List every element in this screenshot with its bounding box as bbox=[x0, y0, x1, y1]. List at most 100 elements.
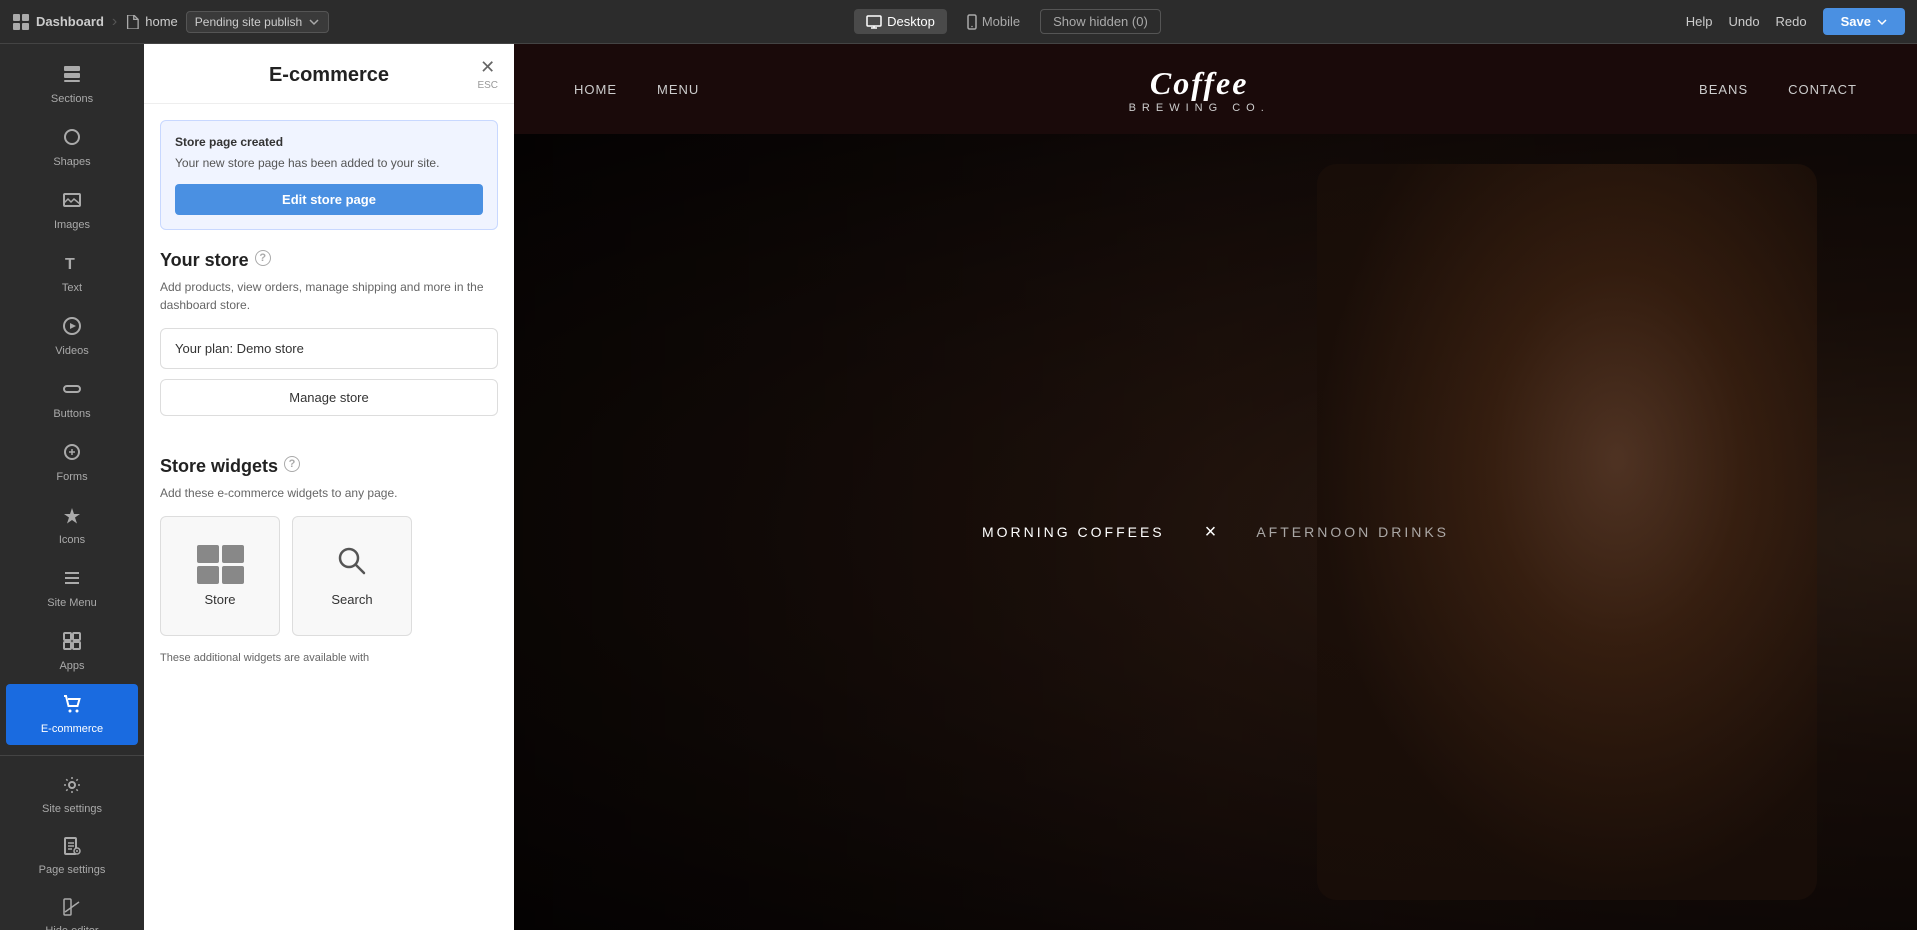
store-grid-icon bbox=[197, 545, 244, 584]
forms-icon bbox=[62, 442, 82, 467]
nav-link-menu: MENU bbox=[657, 82, 699, 97]
sections-icon bbox=[62, 64, 82, 89]
nav-logo-sub: BREWING CO. bbox=[1129, 102, 1270, 114]
page-link[interactable]: home bbox=[125, 14, 178, 29]
sidebar-item-apps[interactable]: Apps bbox=[6, 621, 138, 682]
undo-button[interactable]: Undo bbox=[1728, 14, 1759, 29]
shapes-label: Shapes bbox=[53, 156, 90, 168]
text-icon: T bbox=[62, 253, 82, 278]
redo-button[interactable]: Redo bbox=[1776, 14, 1807, 29]
panel-close-button[interactable]: ✕ ESC bbox=[477, 57, 498, 91]
images-label: Images bbox=[54, 219, 90, 231]
manage-store-button[interactable]: Manage store bbox=[160, 379, 498, 416]
hide-editor-icon bbox=[63, 898, 81, 921]
nav-logo-main: Coffee bbox=[1129, 65, 1270, 102]
desktop-view-button[interactable]: Desktop bbox=[854, 9, 947, 34]
dashboard-icon bbox=[12, 13, 30, 31]
site-settings-label: Site settings bbox=[42, 803, 102, 815]
sections-label: Sections bbox=[51, 93, 93, 105]
sidebar-item-images[interactable]: Images bbox=[6, 180, 138, 241]
hero-content: MORNING COFFEES × AFTERNOON DRINKS bbox=[514, 134, 1917, 930]
videos-icon bbox=[62, 316, 82, 341]
nav-link-home: HOME bbox=[574, 82, 617, 97]
ecommerce-label: E-commerce bbox=[41, 723, 103, 735]
sidebar-items: Sections Shapes Images T Text bbox=[0, 44, 144, 755]
pending-publish-badge[interactable]: Pending site publish bbox=[186, 11, 329, 33]
website-preview: HOME MENU Coffee BREWING CO. BEANS CONTA… bbox=[514, 44, 1917, 930]
show-hidden-button[interactable]: Show hidden (0) bbox=[1040, 9, 1161, 34]
hero-tab-divider: × bbox=[1205, 521, 1217, 544]
page-name-label: home bbox=[145, 14, 178, 29]
close-esc-label: ESC bbox=[477, 80, 498, 91]
sidebar-item-page-settings[interactable]: Page settings bbox=[6, 827, 138, 886]
shapes-icon bbox=[62, 127, 82, 152]
sidebar-item-sections[interactable]: Sections bbox=[6, 54, 138, 115]
mobile-icon bbox=[967, 14, 977, 30]
sidebar-item-buttons[interactable]: Buttons bbox=[6, 369, 138, 430]
sidebar-item-hide-editor[interactable]: Hide editor bbox=[6, 888, 138, 930]
search-widget-icon bbox=[336, 545, 368, 584]
sidebar-bottom: Site settings Page settings Hide editor bbox=[0, 755, 144, 930]
website-preview-area: HOME MENU Coffee BREWING CO. BEANS CONTA… bbox=[514, 44, 1917, 930]
widget-search-card[interactable]: Search bbox=[292, 516, 412, 636]
ecommerce-icon bbox=[62, 694, 82, 719]
preview-inner: HOME MENU Coffee BREWING CO. BEANS CONTA… bbox=[514, 44, 1917, 930]
buttons-icon bbox=[62, 379, 82, 404]
hero-tab-afternoon: AFTERNOON DRINKS bbox=[1256, 524, 1449, 540]
forms-label: Forms bbox=[56, 471, 87, 483]
nav-links-left: HOME MENU bbox=[574, 82, 699, 97]
hero-tabs: MORNING COFFEES × AFTERNOON DRINKS bbox=[982, 521, 1449, 544]
edit-store-page-button[interactable]: Edit store page bbox=[175, 184, 483, 215]
nav-link-contact: CONTACT bbox=[1788, 82, 1857, 97]
sidebar-item-ecommerce[interactable]: E-commerce bbox=[6, 684, 138, 745]
desktop-label: Desktop bbox=[887, 14, 935, 29]
hide-editor-label: Hide editor bbox=[45, 925, 98, 930]
store-widgets-help-icon[interactable]: ? bbox=[284, 456, 300, 472]
ecommerce-panel: E-commerce ✕ ESC Store page created Your… bbox=[144, 44, 514, 930]
your-store-title: Your store ? bbox=[160, 250, 498, 272]
widget-store-card[interactable]: Store bbox=[160, 516, 280, 636]
store-created-description: Your new store page has been added to yo… bbox=[175, 155, 483, 172]
svg-text:T: T bbox=[65, 256, 75, 273]
help-icon-label: ? bbox=[259, 252, 266, 264]
topbar: Dashboard › home Pending site publish De… bbox=[0, 0, 1917, 44]
hero-tab-morning: MORNING COFFEES bbox=[982, 524, 1165, 540]
store-widgets-title: Store widgets ? bbox=[160, 456, 498, 478]
store-widgets-description: Add these e-commerce widgets to any page… bbox=[160, 484, 498, 502]
topbar-right: Help Undo Redo Save bbox=[1686, 8, 1905, 35]
page-settings-label: Page settings bbox=[39, 864, 106, 876]
save-button[interactable]: Save bbox=[1823, 8, 1905, 35]
widgets-help-label: ? bbox=[289, 458, 296, 470]
nav-link-beans: BEANS bbox=[1699, 82, 1748, 97]
icons-icon bbox=[62, 505, 82, 530]
save-chevron-icon bbox=[1877, 18, 1887, 26]
topbar-separator: › bbox=[112, 13, 117, 31]
panel-header: E-commerce ✕ ESC bbox=[144, 44, 514, 104]
sidebar-item-forms[interactable]: Forms bbox=[6, 432, 138, 493]
sidebar-item-shapes[interactable]: Shapes bbox=[6, 117, 138, 178]
sitemenu-label: Site Menu bbox=[47, 597, 97, 609]
show-hidden-label: Show hidden (0) bbox=[1053, 14, 1148, 29]
plan-info-box: Your plan: Demo store bbox=[160, 328, 498, 369]
chevron-down-icon bbox=[308, 16, 320, 28]
sidebar-item-site-settings[interactable]: Site settings bbox=[6, 766, 138, 825]
your-store-help-icon[interactable]: ? bbox=[255, 250, 271, 266]
your-store-title-text: Your store bbox=[160, 250, 249, 271]
videos-label: Videos bbox=[55, 345, 88, 357]
sidebar-item-videos[interactable]: Videos bbox=[6, 306, 138, 367]
widgets-grid: Store Search bbox=[160, 516, 498, 636]
site-settings-icon bbox=[63, 776, 81, 799]
sidebar: Sections Shapes Images T Text bbox=[0, 44, 144, 930]
sidebar-item-sitemenu[interactable]: Site Menu bbox=[6, 558, 138, 619]
sidebar-item-icons[interactable]: Icons bbox=[6, 495, 138, 556]
desktop-icon bbox=[866, 15, 882, 29]
dashboard-link[interactable]: Dashboard bbox=[12, 13, 104, 31]
text-label: Text bbox=[62, 282, 82, 294]
images-icon bbox=[62, 190, 82, 215]
search-widget-label: Search bbox=[331, 592, 372, 607]
mobile-view-button[interactable]: Mobile bbox=[955, 9, 1032, 34]
plan-label: Your plan: Demo store bbox=[175, 341, 304, 356]
help-button[interactable]: Help bbox=[1686, 14, 1713, 29]
sidebar-item-text[interactable]: T Text bbox=[6, 243, 138, 304]
topbar-left: Dashboard › home Pending site publish bbox=[12, 11, 329, 33]
